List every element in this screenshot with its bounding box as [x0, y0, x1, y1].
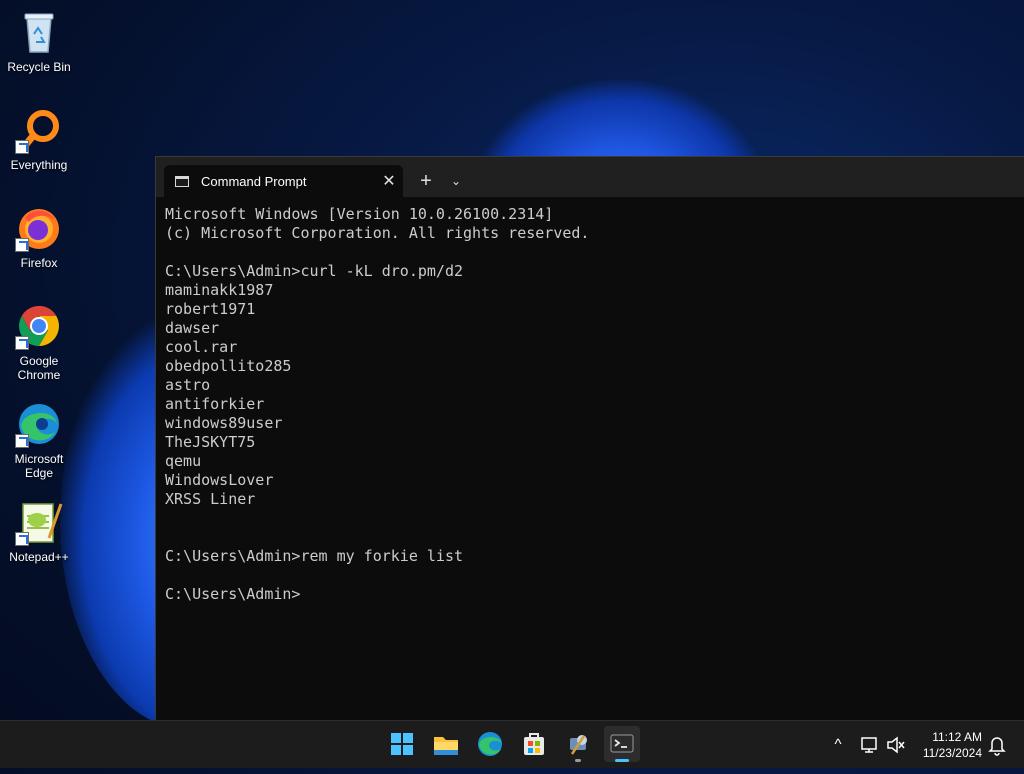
console-line: C:\Users\Admin>curl -kL dro.pm/d2: [165, 262, 464, 280]
bell-icon: [988, 737, 1006, 756]
edge-icon: [478, 732, 502, 756]
console-line: XRSS Liner: [165, 490, 256, 508]
cmd-icon: [175, 175, 189, 187]
tab-command-prompt[interactable]: Command Prompt ✕: [164, 165, 403, 197]
taskbar-file-explorer[interactable]: [428, 726, 464, 762]
desktop-icon-chrome[interactable]: Google Chrome: [2, 302, 76, 382]
console-line: C:\Users\Admin>: [165, 585, 301, 603]
console-line: robert1971: [165, 300, 256, 318]
desktop-icon-label: Everything: [10, 158, 68, 172]
new-tab-button[interactable]: +: [414, 169, 438, 193]
taskbar-tool-app[interactable]: [560, 726, 596, 762]
shortcut-arrow-icon: [15, 140, 29, 154]
recycle-bin-icon: [15, 8, 63, 56]
console-line: Microsoft Windows [Version 10.0.26100.23…: [165, 205, 554, 223]
desktop-icon-recycle-bin[interactable]: Recycle Bin: [2, 8, 76, 74]
clock-date: 11/23/2024: [922, 746, 982, 760]
terminal-window[interactable]: Command Prompt ✕ + ⌄ Microsoft Windows […: [155, 156, 1024, 721]
console-line: WindowsLover: [165, 471, 274, 489]
console-line: windows89user: [165, 414, 283, 432]
taskbar: ^ 11:12 AM 11/23/2024: [0, 720, 1024, 768]
desktop-icon-label: Recycle Bin: [7, 60, 71, 74]
desktop-icon-label: Firefox: [20, 256, 58, 270]
console-line: astro: [165, 376, 211, 394]
windows-start-icon: [391, 733, 413, 755]
taskbar-terminal[interactable]: [604, 726, 640, 762]
running-indicator: [575, 759, 581, 762]
taskbar-edge[interactable]: [472, 726, 508, 762]
shortcut-arrow-icon: [15, 238, 29, 252]
desktop-icon-label: Google Chrome: [17, 354, 61, 382]
console-line: obedpollito285: [165, 357, 292, 375]
edge-icon: [15, 400, 63, 448]
show-hidden-icons-button[interactable]: ^: [828, 721, 848, 769]
desktop-icon-label: Microsoft Edge: [14, 452, 64, 480]
terminal-icon: [610, 734, 634, 753]
tool-app-icon: [570, 735, 587, 755]
console-line: qemu: [165, 452, 202, 470]
taskbar-store[interactable]: [516, 726, 552, 762]
desktop-icon-edge[interactable]: Microsoft Edge: [2, 400, 76, 480]
console-line: C:\Users\Admin>rem my forkie list: [165, 547, 464, 565]
clock-button[interactable]: 11:12 AM 11/23/2024: [910, 729, 982, 761]
desktop-icon-label: Notepad++: [9, 550, 69, 564]
active-indicator: [615, 759, 629, 762]
desktop-icon-notepadpp[interactable]: Notepad++: [2, 498, 76, 564]
volume-button[interactable]: [884, 721, 908, 769]
network-icon: [861, 737, 877, 753]
tab-dropdown-button[interactable]: ⌄: [444, 169, 468, 193]
shortcut-arrow-icon: [15, 336, 29, 350]
notifications-button[interactable]: [986, 721, 1008, 769]
start-button[interactable]: [384, 726, 420, 762]
store-icon: [524, 733, 544, 755]
terminal-tab-bar: Command Prompt ✕ + ⌄: [156, 157, 1024, 197]
shortcut-arrow-icon: [15, 434, 29, 448]
console-line: antiforkier: [165, 395, 265, 413]
firefox-icon: [15, 204, 63, 252]
folder-icon: [434, 737, 458, 755]
clock-time: 11:12 AM: [932, 730, 982, 744]
network-button[interactable]: [858, 721, 882, 769]
desktop-icon-everything[interactable]: Everything: [2, 106, 76, 172]
close-tab-button[interactable]: ✕: [375, 171, 403, 191]
shortcut-arrow-icon: [15, 532, 29, 546]
console-line: TheJSKYT75: [165, 433, 256, 451]
everything-search-icon: [15, 106, 63, 154]
chevron-up-icon: ^: [834, 736, 842, 753]
console-line: (c) Microsoft Corporation. All rights re…: [165, 224, 590, 242]
notepadpp-icon: [15, 498, 63, 546]
chrome-icon: [15, 302, 63, 350]
tab-title: Command Prompt: [201, 173, 307, 189]
console-output[interactable]: Microsoft Windows [Version 10.0.26100.23…: [165, 205, 1015, 604]
desktop-icon-firefox[interactable]: Firefox: [2, 204, 76, 270]
speaker-muted-icon: [887, 736, 905, 754]
console-line: cool.rar: [165, 338, 238, 356]
console-line: dawser: [165, 319, 220, 337]
console-line: maminakk1987: [165, 281, 274, 299]
